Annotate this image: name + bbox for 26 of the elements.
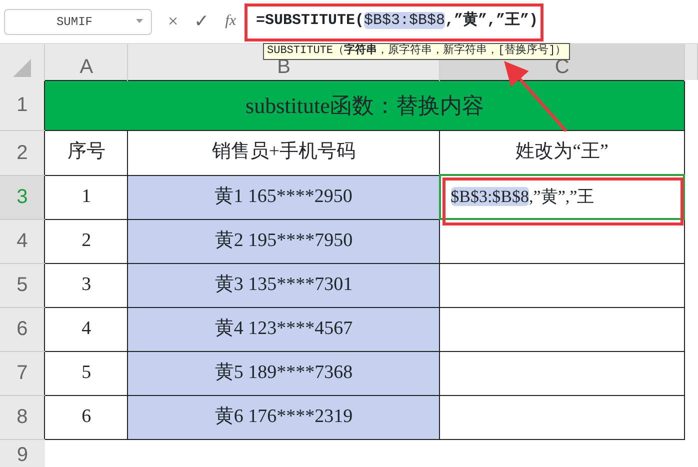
- header-cell: 销售员+手机号码: [128, 130, 440, 175]
- function-tooltip: SUBSTITUTE（字符串，原字符串，新字符串，[替换序号]）: [263, 43, 570, 60]
- row-header[interactable]: 9: [0, 439, 45, 467]
- row-header[interactable]: 8: [0, 395, 45, 439]
- row-header[interactable]: 5: [0, 263, 45, 307]
- table-cell: 黄4 123****4567: [128, 307, 440, 351]
- row-header[interactable]: 2: [0, 130, 45, 175]
- row-header[interactable]: 1: [0, 80, 45, 130]
- column-header[interactable]: A: [44, 44, 128, 80]
- name-box[interactable]: SUMIF: [4, 8, 152, 34]
- row-header[interactable]: 3: [0, 175, 45, 219]
- header-cell: 序号: [44, 130, 128, 175]
- editing-cell[interactable]: $B$3:$B$8,”黄”,”王: [440, 175, 684, 219]
- row-header[interactable]: 4: [0, 219, 45, 263]
- table-cell: 黄2 195****7950: [128, 219, 440, 263]
- function-icon[interactable]: fx: [225, 10, 236, 33]
- cancel-icon[interactable]: ×: [168, 8, 178, 35]
- row-header[interactable]: 6: [0, 307, 45, 351]
- table-cell: 黄5 189****7368: [128, 351, 440, 395]
- title-cell: substitute函数：替换内容: [44, 80, 684, 130]
- row-header[interactable]: 7: [0, 351, 45, 395]
- table-cell: 黄6 176****2319: [128, 395, 440, 439]
- formula-field[interactable]: =SUBSTITUTE($B$3:$B$8,”黄”,”王”): [256, 10, 538, 33]
- enter-icon[interactable]: ✓: [194, 8, 210, 35]
- table-cell: 黄3 135****7301: [128, 263, 440, 307]
- table-cell: 黄1 165****2950: [128, 175, 440, 219]
